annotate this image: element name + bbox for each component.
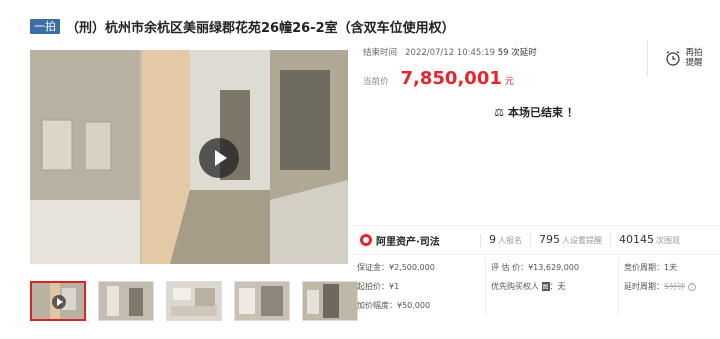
delay-period-value: 5分钟	[664, 282, 686, 291]
price-label: 当前价	[363, 77, 389, 87]
auction-round-badge: 一拍	[30, 18, 60, 34]
thumbnail-photo[interactable]	[234, 281, 290, 321]
stats-bar: 阿里资产·司法 9 人报名 795 人设置提醒 40145 次围观	[352, 225, 720, 255]
brand-name: 阿里资产·司法	[376, 236, 440, 248]
end-time-label: 结束时间	[363, 48, 398, 58]
end-time-row: 结束时间 2022/07/12 10:45:19 59 次延时	[363, 46, 537, 58]
end-time-value: 2022/07/12 10:45:19	[405, 48, 495, 58]
video-frame-image	[30, 50, 348, 264]
priority-buyer: 优先购买权人 图：无	[491, 281, 566, 292]
play-button[interactable]	[199, 138, 239, 178]
deposit: 保证金：¥2,500,000	[357, 263, 435, 272]
reminder-count-label: 人设置提醒	[562, 235, 602, 245]
appraisal-price: 评 估 价：¥13,629,000	[491, 263, 579, 272]
price-unit: 元	[504, 77, 514, 87]
divider	[618, 258, 619, 316]
signup-count: 9 人报名	[480, 232, 530, 247]
brand[interactable]: 阿里资产·司法	[352, 233, 480, 248]
thumbnail-play-icon	[52, 295, 66, 309]
remind-label-line2: 提醒	[685, 58, 703, 68]
current-price: 7,850,001	[400, 68, 502, 89]
video-player[interactable]	[30, 50, 348, 264]
delay-period-label: 延时周期：	[624, 282, 664, 291]
view-count-value: 40145	[619, 232, 654, 246]
alarm-clock-icon	[665, 50, 681, 66]
reminder-count-value: 795	[539, 232, 560, 246]
reauction-remind-button[interactable]: 再拍 提醒	[647, 40, 720, 76]
auction-ended-notice: ⚖ 本场已结束 ！	[352, 104, 720, 120]
remind-label-line1: 再拍	[685, 48, 703, 58]
ali-assets-logo-icon	[360, 234, 372, 246]
page-title: （刑）杭州市余杭区美丽绿郡花苑26幢26-2室（含双车位使用权）	[66, 20, 455, 36]
delay-count: 59 次延时	[497, 48, 537, 58]
gavel-icon: ⚖	[494, 106, 505, 119]
reminder-count: 795 人设置提醒	[530, 232, 610, 247]
divider	[485, 258, 486, 316]
signup-count-value: 9	[489, 232, 496, 246]
help-icon[interactable]: ?	[687, 282, 696, 291]
signup-count-label: 人报名	[498, 235, 522, 245]
title-row: 一拍 （刑）杭州市余杭区美丽绿郡花苑26幢26-2室（含双车位使用权）	[30, 16, 455, 36]
bidding-period: 竞价周期：1天	[624, 263, 678, 272]
thumbnail-video[interactable]	[30, 281, 86, 321]
view-count-label: 次围观	[656, 235, 680, 245]
priority-buyer-label: 优先购买权人	[491, 282, 539, 291]
priority-info-icon[interactable]: 图	[541, 282, 550, 291]
thumbnail-photo[interactable]	[166, 281, 222, 321]
thumbnail-strip	[30, 281, 358, 321]
view-count: 40145 次围观	[610, 232, 688, 247]
thumbnail-photo[interactable]	[302, 281, 358, 321]
price-row: 当前价 7,850,001 元	[363, 68, 514, 89]
start-price: 起拍价：¥1	[357, 282, 400, 291]
price-increment: 加价幅度：¥50,000	[357, 301, 431, 310]
delay-period: 延时周期：5分钟 ?	[624, 281, 696, 292]
ended-text: 本场已结束 ！	[508, 106, 578, 119]
priority-buyer-value: ：无	[549, 282, 566, 291]
thumbnail-photo[interactable]	[98, 281, 154, 321]
